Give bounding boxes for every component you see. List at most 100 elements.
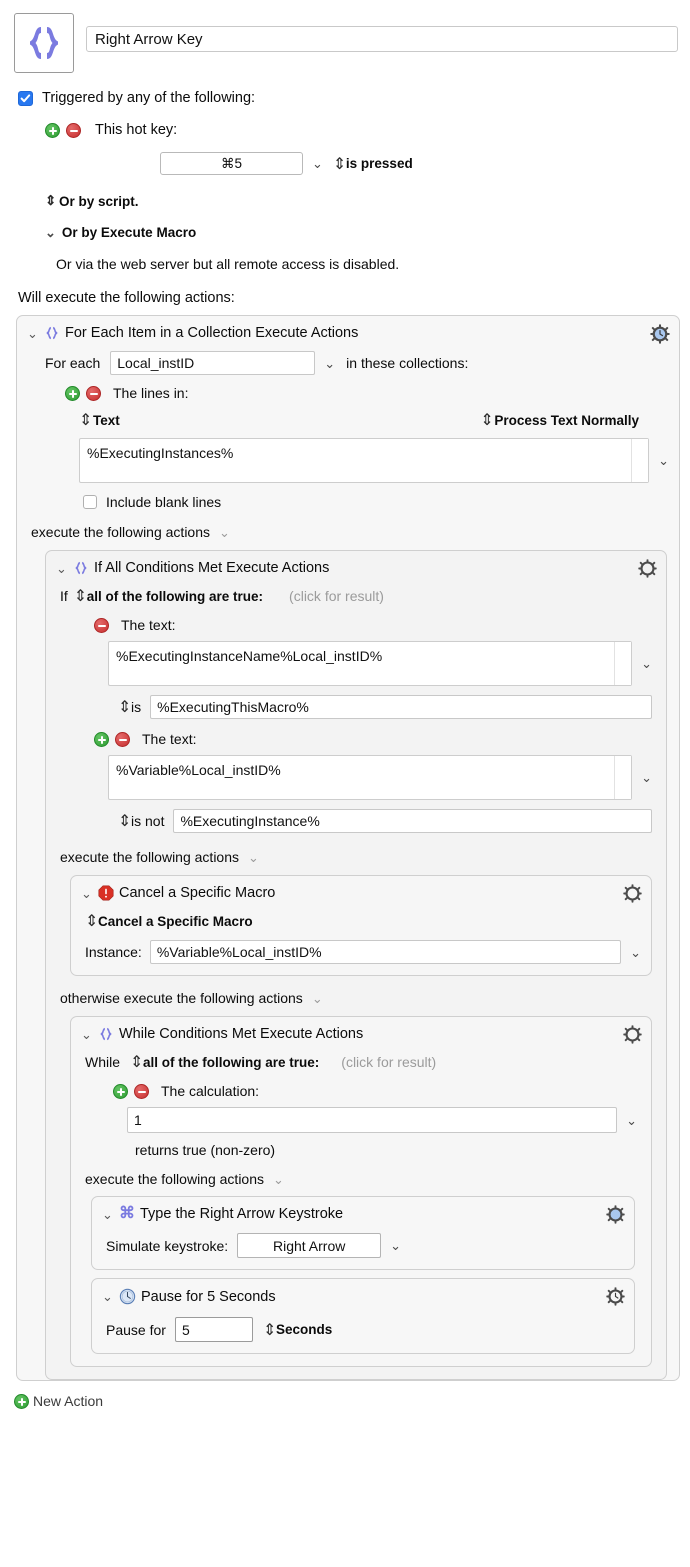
condition-2-text-input[interactable]: %Variable%Local_instID% [108,755,633,800]
keystroke-chevron-down-icon[interactable]: ⌄ [390,1239,401,1252]
if-all-header[interactable]: ⌄ If All Conditions Met Execute Actions [46,551,666,580]
action-type-keystroke[interactable]: ⌄ ⌘ Type the Right Arrow Keystroke Simul… [91,1196,635,1270]
action-for-each[interactable]: ⌄ For Each Item in a Collection Execute … [16,315,680,1381]
action-if-all-conditions[interactable]: ⌄ If All Conditions Met Execute Actions … [45,550,667,1380]
gear-icon[interactable] [623,1025,642,1049]
include-blank-lines-row[interactable]: Include blank lines [83,494,679,510]
disclosure-chevron-icon[interactable]: ⌄ [102,1208,113,1221]
pause-duration-input[interactable]: 5 [174,1317,253,1342]
while-execute-following-row[interactable]: execute the following actions ⌄ [85,1171,651,1187]
for-each-header[interactable]: ⌄ For Each Item in a Collection Execute … [17,316,679,345]
cancel-instance-chevron-down-icon[interactable]: ⌄ [630,946,641,959]
condition-2-operator-popup[interactable]: ⇕ is not [118,811,164,831]
disclosure-chevron-icon[interactable]: ⌄ [102,1290,113,1303]
macro-title-field[interactable]: Right Arrow Key [86,26,678,52]
hotkey-value: ⌘5 [220,155,242,171]
up-down-chevron-icon: ⇕ [130,1054,144,1071]
condition-2-chevron-down-icon[interactable]: ⌄ [641,771,652,784]
disclosure-chevron-icon[interactable]: ⌄ [81,887,92,900]
add-condition-icon[interactable] [94,731,109,747]
condition-1-operator-label: is [131,699,142,715]
condition-1-chevron-down-icon[interactable]: ⌄ [641,657,652,670]
disclosure-chevron-icon[interactable]: ⌄ [27,327,38,340]
gear-clock-icon[interactable] [606,1287,625,1311]
disclosure-chevron-icon[interactable]: ⌄ [81,1028,92,1041]
type-keystroke-header[interactable]: ⌄ ⌘ Type the Right Arrow Keystroke [92,1197,634,1226]
while-header[interactable]: ⌄ While Conditions Met Execute Actions [71,1017,651,1046]
braces-icon [98,1026,114,1042]
add-condition-icon[interactable] [113,1083,128,1099]
chevron-down-icon[interactable]: ⌄ [273,1173,284,1186]
action-cancel-macro[interactable]: ⌄ Cancel a Specific Macro ⇕ Cancel a Spe… [70,875,652,976]
or-by-execute-macro-row[interactable]: ⌄ Or by Execute Macro [45,225,678,240]
gear-blue-icon[interactable] [606,1205,625,1229]
cancel-type-popup[interactable]: ⇕ Cancel a Specific Macro [85,911,651,931]
condition-1-text-row: %ExecutingInstanceName%Local_instID% ⌄ [108,641,652,686]
cancel-instance-row: Instance: %Variable%Local_instID% ⌄ [85,940,641,964]
condition-1-operator-popup[interactable]: ⇕ is [118,697,141,717]
plus-circle-icon [14,1393,29,1409]
calculation-chevron-down-icon[interactable]: ⌄ [626,1114,637,1127]
hotkey-input[interactable]: ⌘5 [160,152,303,175]
hotkey-trigger-row: This hot key: [45,122,678,138]
processing-popup[interactable]: ⇕ Process Text Normally [480,410,639,430]
chevron-down-icon[interactable]: ⌄ [312,992,323,1005]
disclosure-chevron-icon[interactable]: ⌄ [56,562,67,575]
cancel-macro-header[interactable]: ⌄ Cancel a Specific Macro [71,876,651,905]
text-gutter [631,439,649,482]
macro-editor-page: Right Arrow Key Triggered by any of the … [0,0,690,1567]
cancel-instance-value: %Variable%Local_instID% [156,944,322,960]
for-each-title: For Each Item in a Collection Execute Ac… [65,325,359,341]
for-each-variable-input[interactable]: Local_instID [110,351,316,375]
simulate-keystroke-label: Simulate keystroke: [106,1237,229,1254]
chevron-down-icon[interactable]: ⌄ [248,851,259,864]
gear-clock-icon[interactable] [650,324,670,349]
collection-text-chevron-down-icon[interactable]: ⌄ [658,454,669,467]
pause-header[interactable]: ⌄ Pause for 5 Seconds [92,1279,634,1309]
for-each-variable-row: For each Local_instID ⌄ in these collect… [45,351,679,375]
while-click-for-result[interactable]: (click for result) [341,1054,436,1070]
pause-duration-value: 5 [181,1321,190,1338]
if-execute-following-row[interactable]: execute the following actions ⌄ [60,849,666,865]
for-each-execute-following-row[interactable]: execute the following actions ⌄ [31,524,679,540]
condition-2-operand-input[interactable]: %ExecutingInstance% [173,809,652,833]
action-while-loop[interactable]: ⌄ While Conditions Met Execute Actions W… [70,1016,652,1367]
lines-in-label: The lines in: [113,385,189,401]
remove-condition-icon[interactable] [94,617,109,633]
source-popup[interactable]: ⇕ Text [79,410,120,430]
if-condition-mode-popup[interactable]: ⇕ all of the following are true: [74,586,263,606]
add-trigger-icon[interactable] [45,122,60,138]
gear-icon[interactable] [623,884,642,908]
pause-units-popup[interactable]: ⇕ Seconds [263,1320,332,1340]
cancel-instance-input[interactable]: %Variable%Local_instID% [149,940,622,964]
if-execute-following-label: execute the following actions [60,849,239,865]
pause-units-label: Seconds [275,1322,333,1337]
chevron-down-icon[interactable]: ⌄ [219,526,230,539]
hotkey-chevron-down-icon[interactable]: ⌄ [312,157,323,170]
collection-text-input[interactable]: %ExecutingInstances% [79,438,650,483]
condition-1-label: The text: [121,617,176,633]
remove-condition-icon[interactable] [134,1083,149,1099]
condition-1-operand-input[interactable]: %ExecutingThisMacro% [150,695,652,719]
action-pause[interactable]: ⌄ Pause for 5 Seconds Pause for 5 ⇕ Seco… [91,1278,635,1354]
remove-condition-icon[interactable] [115,731,130,747]
triggered-by-label: Triggered by any of the following: [42,90,256,106]
condition-1-text-input[interactable]: %ExecutingInstanceName%Local_instID% [108,641,633,686]
keystroke-input[interactable]: Right Arrow [237,1233,382,1258]
triggered-by-checkbox[interactable] [18,90,33,106]
if-click-for-result[interactable]: (click for result) [289,588,384,604]
new-action-button[interactable]: New Action [14,1393,690,1409]
calculation-input[interactable]: 1 [127,1107,618,1133]
include-blank-lines-checkbox[interactable] [83,495,97,509]
hotkey-condition-popup[interactable]: ⇕ is pressed [333,154,413,174]
for-each-variable-chevron-down-icon[interactable]: ⌄ [324,357,335,370]
or-by-script-row[interactable]: ⇕ Or by script. [45,193,678,209]
add-collection-icon[interactable] [65,385,80,401]
braces-icon [44,325,60,341]
gear-icon[interactable] [638,559,657,583]
otherwise-execute-row[interactable]: otherwise execute the following actions … [60,990,666,1006]
remove-trigger-icon[interactable] [66,122,81,138]
braces-icon[interactable] [14,13,74,73]
while-condition-mode-popup[interactable]: ⇕ all of the following are true: [130,1052,319,1072]
remove-collection-icon[interactable] [86,385,101,401]
